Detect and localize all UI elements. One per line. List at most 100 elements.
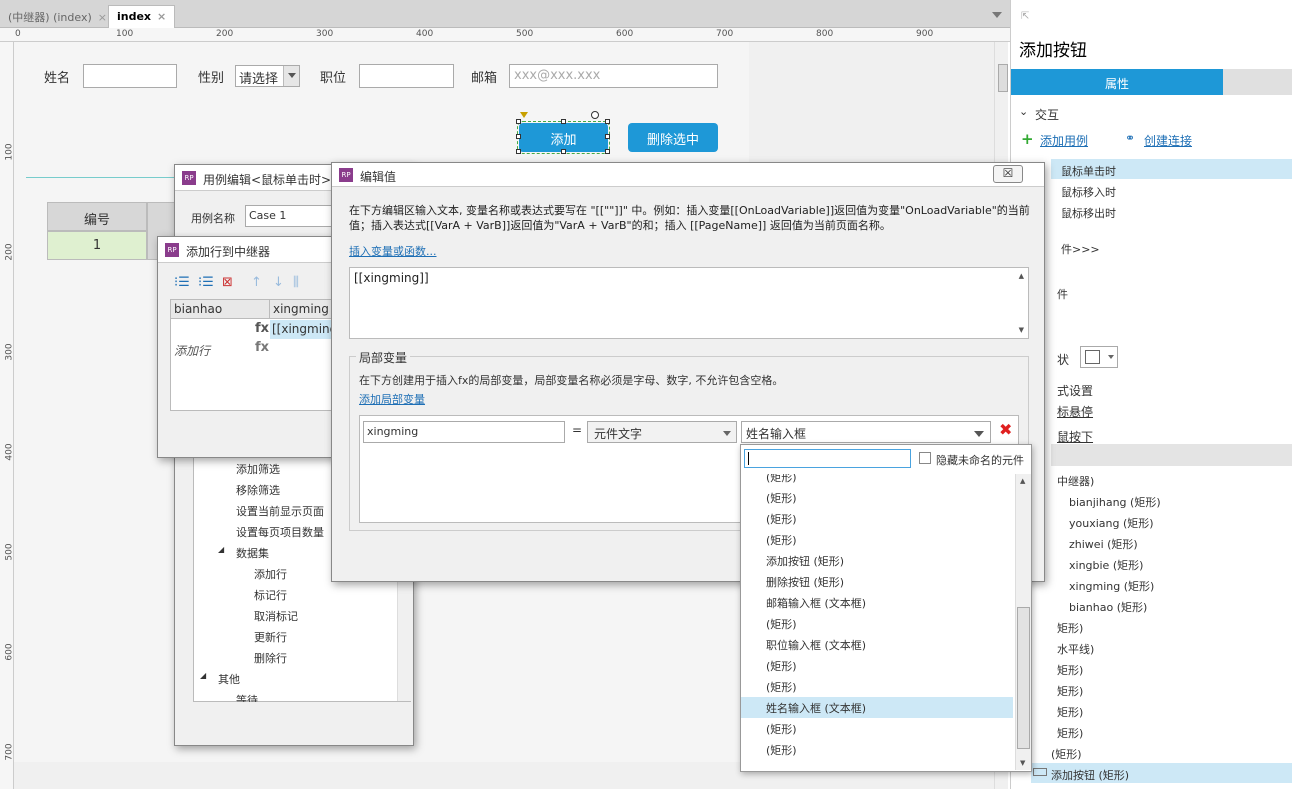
outline-item[interactable]: 矩形) bbox=[1057, 725, 1083, 741]
tree-item[interactable]: 取消标记 bbox=[254, 608, 298, 624]
corner-radius-handle[interactable] bbox=[520, 112, 528, 118]
hide-unnamed-checkbox[interactable] bbox=[919, 452, 931, 464]
triangle-down-icon[interactable]: ◢ bbox=[200, 671, 206, 680]
list-scrollbar[interactable]: ▲ ▼ bbox=[1015, 474, 1031, 770]
tab-properties[interactable]: 属性 bbox=[1011, 69, 1223, 95]
gender-select[interactable]: 请选择 bbox=[235, 65, 300, 87]
selection-handle[interactable] bbox=[605, 134, 610, 139]
selection-handle[interactable] bbox=[605, 119, 610, 124]
delete-selected-button[interactable]: 删除选中 bbox=[628, 123, 718, 152]
name-input[interactable] bbox=[83, 64, 177, 88]
outline-item[interactable]: 矩形) bbox=[1057, 683, 1083, 699]
email-input[interactable]: xxx@xxx.xxx bbox=[509, 64, 718, 88]
fx-icon[interactable]: fx bbox=[255, 340, 269, 355]
list-item[interactable]: (矩形) bbox=[741, 739, 1013, 760]
tree-item[interactable]: 标记行 bbox=[254, 587, 287, 603]
outline-item[interactable]: zhiwei (矩形) bbox=[1069, 536, 1138, 552]
selection-handle[interactable] bbox=[516, 119, 521, 124]
list-item[interactable]: (矩形) bbox=[741, 676, 1013, 697]
scroll-down-icon[interactable]: ▼ bbox=[1020, 759, 1025, 767]
hover-style-link[interactable]: 标悬停 bbox=[1057, 403, 1093, 420]
table-cell[interactable]: 1 bbox=[47, 231, 147, 260]
expand-icon[interactable]: ⇱ bbox=[1021, 11, 1029, 22]
tab-style[interactable] bbox=[1223, 69, 1292, 95]
selection-handle[interactable] bbox=[516, 149, 521, 154]
more-events-link[interactable]: 件>>> bbox=[1061, 241, 1100, 257]
outline-item[interactable]: youxiang (矩形) bbox=[1069, 515, 1154, 531]
add-local-variable-link[interactable]: 添加局部变量 bbox=[359, 391, 425, 407]
list-item[interactable]: (矩形) bbox=[741, 613, 1013, 634]
close-icon[interactable]: × bbox=[98, 11, 107, 24]
scroll-up-icon[interactable]: ▲ bbox=[1020, 477, 1025, 485]
selection-handle[interactable] bbox=[561, 119, 566, 124]
scrollbar-thumb[interactable] bbox=[998, 64, 1008, 92]
tab-index[interactable]: index × bbox=[108, 5, 176, 28]
list-item[interactable]: (矩形) bbox=[741, 487, 1013, 508]
arrow-down-icon[interactable]: ↓ bbox=[273, 275, 284, 290]
fill-color-picker[interactable] bbox=[1080, 346, 1118, 368]
columns-icon[interactable]: ⫼ bbox=[293, 275, 299, 290]
add-row-icon[interactable]: ⁝☰ bbox=[174, 275, 190, 290]
rows-grid[interactable]: bianhao xingming fx [[xingming]] 添加行 fx bbox=[170, 299, 347, 411]
pressed-style-link[interactable]: 鼠按下 bbox=[1057, 428, 1093, 445]
tab-list-dropdown-icon[interactable] bbox=[992, 12, 1002, 18]
plus-icon[interactable]: + bbox=[1021, 130, 1034, 148]
tree-item[interactable]: 设置每页项目数量 bbox=[236, 524, 324, 540]
tree-item[interactable]: 添加行 bbox=[254, 566, 287, 582]
list-item[interactable]: 职位输入框 (文本框) bbox=[741, 634, 1013, 655]
widget-search-input[interactable] bbox=[744, 449, 911, 468]
scrollbar-thumb[interactable] bbox=[1017, 607, 1030, 749]
insert-row-icon[interactable]: ⁝☰ bbox=[198, 275, 214, 290]
list-item[interactable]: (矩形) bbox=[741, 529, 1013, 550]
tree-item[interactable]: 添加筛选 bbox=[236, 461, 280, 477]
close-icon[interactable]: × bbox=[157, 10, 166, 23]
tree-item[interactable]: 更新行 bbox=[254, 629, 287, 645]
list-item[interactable]: 删除按钮 (矩形) bbox=[741, 571, 1013, 592]
list-item[interactable]: (矩形) bbox=[741, 508, 1013, 529]
triangle-down-icon[interactable]: ◢ bbox=[218, 545, 224, 554]
selection-handle[interactable] bbox=[516, 134, 521, 139]
outline-item[interactable]: 矩形) bbox=[1057, 662, 1083, 678]
list-item[interactable]: (矩形) bbox=[741, 655, 1013, 676]
chevron-down-icon[interactable]: ⌄ bbox=[1019, 105, 1028, 118]
outline-item[interactable]: 中继器) bbox=[1057, 473, 1094, 489]
list-item[interactable]: (矩形) bbox=[741, 474, 1013, 487]
list-item[interactable]: (矩形) bbox=[741, 718, 1013, 739]
selection-handle[interactable] bbox=[605, 149, 610, 154]
tree-item[interactable]: 设置当前显示页面 bbox=[236, 503, 324, 519]
outline-item[interactable]: 添加按钮 (矩形) bbox=[1051, 767, 1129, 783]
list-item-selected[interactable]: 姓名输入框 (文本框) bbox=[741, 697, 1013, 718]
close-button[interactable]: ☒ bbox=[993, 165, 1023, 183]
arrow-up-icon[interactable]: ↑ bbox=[251, 275, 262, 290]
tree-item[interactable]: 删除行 bbox=[254, 650, 287, 666]
outline-item[interactable]: bianjihang (矩形) bbox=[1069, 494, 1161, 510]
outline-item[interactable]: bianhao (矩形) bbox=[1069, 599, 1147, 615]
insert-variable-link[interactable]: 插入变量或函数... bbox=[349, 243, 437, 259]
tree-item[interactable]: 等待 bbox=[236, 692, 258, 702]
event-item[interactable]: 鼠标移出时 bbox=[1061, 205, 1116, 221]
event-item[interactable]: 鼠标移入时 bbox=[1061, 184, 1116, 200]
delete-row-icon[interactable]: ⊠ bbox=[222, 275, 233, 290]
event-item[interactable]: 鼠标单击时 bbox=[1061, 163, 1116, 179]
fx-icon[interactable]: fx bbox=[255, 321, 269, 336]
variable-type-select[interactable]: 元件文字 bbox=[587, 421, 737, 443]
position-input[interactable] bbox=[359, 64, 454, 88]
delete-variable-icon[interactable]: ✖ bbox=[999, 420, 1012, 439]
variable-name-input[interactable]: xingming bbox=[363, 421, 565, 443]
rotate-handle[interactable] bbox=[591, 111, 599, 119]
variable-target-select[interactable]: 姓名输入框 bbox=[741, 421, 991, 443]
add-row-placeholder[interactable]: 添加行 bbox=[174, 342, 210, 359]
list-item[interactable]: 添加按钮 (矩形) bbox=[741, 550, 1013, 571]
tab-repeater-index[interactable]: (中继器) (index) × bbox=[0, 5, 115, 28]
outline-item[interactable]: 水平线) bbox=[1057, 641, 1094, 657]
outline-item[interactable]: xingming (矩形) bbox=[1069, 578, 1154, 594]
scroll-up-icon[interactable]: ▲ bbox=[1019, 272, 1024, 280]
value-editor[interactable]: [[xingming]] ▲ ▼ bbox=[349, 267, 1029, 339]
outline-item[interactable]: 矩形) bbox=[1057, 704, 1083, 720]
tree-item[interactable]: 移除筛选 bbox=[236, 482, 280, 498]
outline-item[interactable]: (矩形) bbox=[1051, 746, 1082, 762]
outline-item[interactable]: xingbie (矩形) bbox=[1069, 557, 1143, 573]
tree-item[interactable]: 数据集 bbox=[236, 545, 269, 561]
selection-handle[interactable] bbox=[561, 149, 566, 154]
add-case-link[interactable]: 添加用例 bbox=[1040, 132, 1088, 149]
